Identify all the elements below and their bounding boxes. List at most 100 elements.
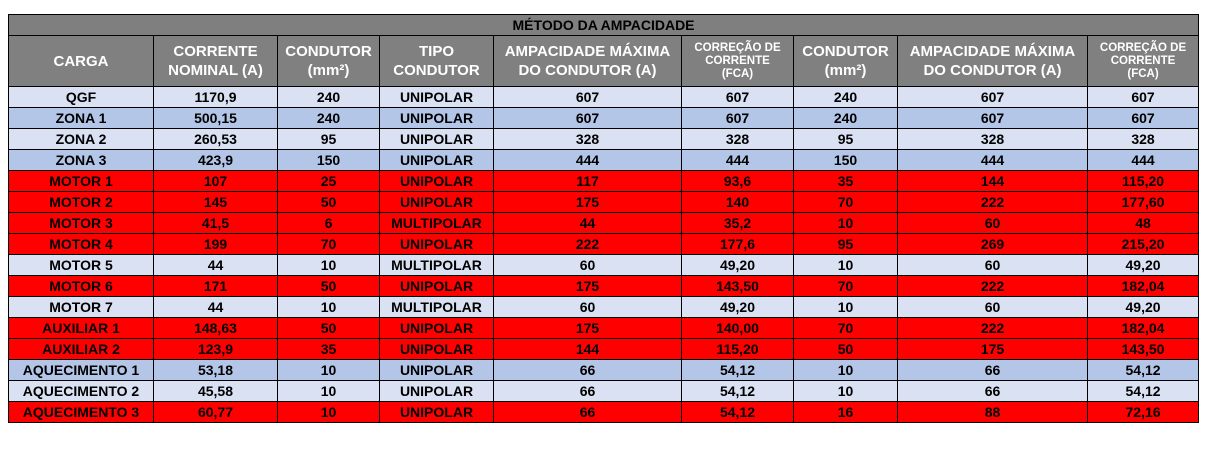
cell-correcao: 177,6 bbox=[681, 233, 794, 255]
cell-corrente-nominal: 145 bbox=[153, 191, 278, 213]
cell-condutor-2: 150 bbox=[793, 149, 898, 171]
cell-correcao-2: 607 bbox=[1086, 107, 1200, 129]
cell-ampacidade: 66 bbox=[493, 401, 682, 423]
cell-carga: MOTOR 2 bbox=[8, 191, 154, 213]
cell-correcao: 140 bbox=[681, 191, 794, 213]
cell-carga: MOTOR 3 bbox=[8, 212, 154, 234]
cell-ampacidade-2: 60 bbox=[897, 296, 1088, 318]
cell-correcao: 54,12 bbox=[681, 401, 794, 423]
cell-corrente-nominal: 41,5 bbox=[153, 212, 278, 234]
header-line: TIPO bbox=[418, 43, 454, 60]
header-line: CARGA bbox=[53, 52, 109, 70]
cell-correcao-2: 48 bbox=[1086, 212, 1200, 234]
cell-correcao: 444 bbox=[681, 149, 794, 171]
header-line: AMPACIDADE MÁXIMA bbox=[909, 43, 1076, 60]
cell-condutor-2: 35 bbox=[793, 170, 898, 192]
cell-tipo-condutor: UNIPOLAR bbox=[379, 170, 494, 192]
cell-ampacidade: 607 bbox=[493, 107, 682, 129]
table-row: MOTOR 4 199 70 UNIPOLAR 222 177,6 95 269 215,20 bbox=[8, 233, 1200, 255]
cell-tipo-condutor: UNIPOLAR bbox=[379, 359, 494, 381]
table-row: ZONA 1 500,15 240 UNIPOLAR 607 607 240 607 607 bbox=[8, 107, 1200, 129]
header-correcao-corrente: CORREÇÃO DE CORRENTE (FCA) bbox=[681, 35, 794, 87]
cell-correcao-2: 115,20 bbox=[1086, 170, 1200, 192]
cell-carga: MOTOR 5 bbox=[8, 254, 154, 276]
cell-condutor: 70 bbox=[277, 233, 380, 255]
cell-condutor: 35 bbox=[277, 338, 380, 360]
table-row: MOTOR 3 41,5 6 MULTIPOLAR 44 35,2 10 60 48 bbox=[8, 212, 1200, 234]
cell-correcao: 143,50 bbox=[681, 275, 794, 297]
cell-condutor-2: 16 bbox=[793, 401, 898, 423]
table-row: MOTOR 5 44 10 MULTIPOLAR 60 49,20 10 60 49,20 bbox=[8, 254, 1200, 276]
cell-condutor: 10 bbox=[277, 296, 380, 318]
cell-condutor-2: 240 bbox=[793, 107, 898, 129]
cell-corrente-nominal: 171 bbox=[153, 275, 278, 297]
cell-condutor: 10 bbox=[277, 380, 380, 402]
header-tipo-condutor: TIPO CONDUTOR bbox=[379, 35, 494, 87]
cell-condutor: 25 bbox=[277, 170, 380, 192]
cell-carga: ZONA 2 bbox=[8, 128, 154, 150]
header-line: (mm²) bbox=[307, 62, 350, 79]
cell-condutor-2: 95 bbox=[793, 128, 898, 150]
cell-correcao-2: 182,04 bbox=[1086, 275, 1200, 297]
cell-correcao: 49,20 bbox=[681, 254, 794, 276]
cell-tipo-condutor: UNIPOLAR bbox=[379, 107, 494, 129]
cell-tipo-condutor: UNIPOLAR bbox=[379, 275, 494, 297]
table-row: MOTOR 7 44 10 MULTIPOLAR 60 49,20 10 60 49,20 bbox=[8, 296, 1200, 318]
header-line: CORRENTE bbox=[1110, 54, 1176, 67]
cell-correcao-2: 54,12 bbox=[1086, 359, 1200, 381]
cell-correcao: 140,00 bbox=[681, 317, 794, 339]
header-line: DO CONDUTOR (A) bbox=[518, 62, 657, 79]
cell-tipo-condutor: UNIPOLAR bbox=[379, 338, 494, 360]
cell-ampacidade: 175 bbox=[493, 275, 682, 297]
cell-condutor-2: 10 bbox=[793, 254, 898, 276]
cell-correcao: 607 bbox=[681, 107, 794, 129]
cell-carga: AQUECIMENTO 2 bbox=[8, 380, 154, 402]
cell-correcao: 115,20 bbox=[681, 338, 794, 360]
cell-ampacidade-2: 144 bbox=[897, 170, 1088, 192]
cell-ampacidade-2: 222 bbox=[897, 191, 1088, 213]
header-line: DO CONDUTOR (A) bbox=[923, 62, 1062, 79]
cell-correcao-2: 143,50 bbox=[1086, 338, 1200, 360]
cell-tipo-condutor: UNIPOLAR bbox=[379, 86, 494, 108]
cell-tipo-condutor: UNIPOLAR bbox=[379, 317, 494, 339]
cell-corrente-nominal: 44 bbox=[153, 296, 278, 318]
header-line: NOMINAL (A) bbox=[168, 62, 263, 79]
cell-tipo-condutor: UNIPOLAR bbox=[379, 128, 494, 150]
cell-condutor-2: 50 bbox=[793, 338, 898, 360]
cell-condutor: 10 bbox=[277, 359, 380, 381]
table-row: AQUECIMENTO 3 60,77 10 UNIPOLAR 66 54,12 16 88 7… bbox=[8, 401, 1200, 423]
cell-ampacidade: 175 bbox=[493, 191, 682, 213]
cell-carga: MOTOR 1 bbox=[8, 170, 154, 192]
cell-ampacidade: 60 bbox=[493, 296, 682, 318]
cell-condutor: 240 bbox=[277, 86, 380, 108]
cell-ampacidade-2: 60 bbox=[897, 254, 1088, 276]
cell-tipo-condutor: UNIPOLAR bbox=[379, 380, 494, 402]
cell-ampacidade: 117 bbox=[493, 170, 682, 192]
cell-corrente-nominal: 107 bbox=[153, 170, 278, 192]
cell-ampacidade: 66 bbox=[493, 359, 682, 381]
cell-corrente-nominal: 500,15 bbox=[153, 107, 278, 129]
cell-ampacidade: 60 bbox=[493, 254, 682, 276]
table-row: ZONA 2 260,53 95 UNIPOLAR 328 328 95 328 328 bbox=[8, 128, 1200, 150]
cell-condutor: 10 bbox=[277, 254, 380, 276]
cell-condutor-2: 10 bbox=[793, 359, 898, 381]
cell-correcao: 607 bbox=[681, 86, 794, 108]
table-row: ZONA 3 423,9 150 UNIPOLAR 444 444 150 444 444 bbox=[8, 149, 1200, 171]
cell-carga: MOTOR 7 bbox=[8, 296, 154, 318]
header-line: (FCA) bbox=[1127, 67, 1159, 80]
cell-condutor: 50 bbox=[277, 191, 380, 213]
header-line: CORRENTE bbox=[173, 43, 258, 60]
cell-correcao: 54,12 bbox=[681, 380, 794, 402]
header-line: AMPACIDADE MÁXIMA bbox=[504, 43, 671, 60]
cell-ampacidade-2: 607 bbox=[897, 86, 1088, 108]
cell-corrente-nominal: 260,53 bbox=[153, 128, 278, 150]
cell-correcao: 49,20 bbox=[681, 296, 794, 318]
cell-carga: AQUECIMENTO 3 bbox=[8, 401, 154, 423]
cell-corrente-nominal: 44 bbox=[153, 254, 278, 276]
cell-carga: MOTOR 6 bbox=[8, 275, 154, 297]
cell-ampacidade-2: 222 bbox=[897, 317, 1088, 339]
cell-correcao: 54,12 bbox=[681, 359, 794, 381]
cell-ampacidade: 222 bbox=[493, 233, 682, 255]
table-body: QGF 1170,9 240 UNIPOLAR 607 607 240 607 607 ZONA … bbox=[8, 86, 1200, 423]
table-row: MOTOR 1 107 25 UNIPOLAR 117 93,6 35 144 115,20 bbox=[8, 170, 1200, 192]
